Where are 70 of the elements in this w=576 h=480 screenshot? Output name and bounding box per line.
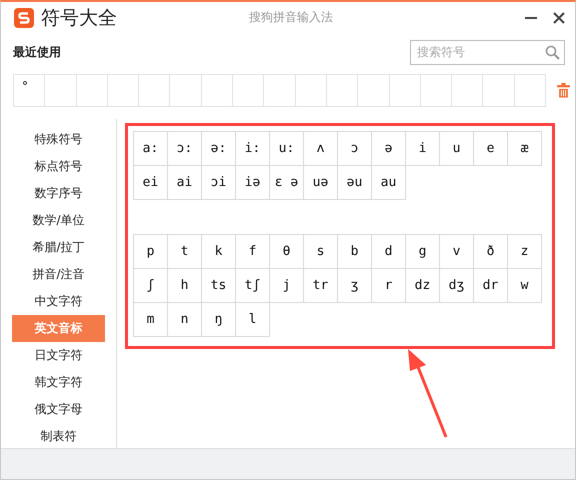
category-item[interactable]: 拼音/注音: [12, 261, 105, 288]
symbol-key[interactable]: a:: [134, 132, 168, 166]
symbol-key[interactable]: z: [508, 235, 542, 269]
symbol-key[interactable]: u: [440, 132, 474, 166]
symbol-key[interactable]: u:: [270, 132, 304, 166]
window-title: 符号大全: [41, 6, 117, 31]
symbol-key[interactable]: j: [270, 269, 304, 303]
symbol-key[interactable]: dz: [406, 269, 440, 303]
category-item[interactable]: 日文字符: [12, 342, 105, 369]
category-item[interactable]: 标点符号: [12, 153, 105, 180]
category-item[interactable]: 希腊/拉丁: [12, 234, 105, 261]
symbol-key[interactable]: v: [440, 235, 474, 269]
symbol-key[interactable]: r: [372, 269, 406, 303]
symbol-key[interactable]: s: [304, 235, 338, 269]
symbol-key[interactable]: n: [168, 303, 202, 337]
symbol-key[interactable]: h: [168, 269, 202, 303]
symbol-key[interactable]: iə: [236, 166, 270, 200]
symbol-key[interactable]: ʃ: [134, 269, 168, 303]
category-item[interactable]: 俄文字母: [12, 396, 105, 423]
symbol-key[interactable]: p: [134, 235, 168, 269]
symbol-key[interactable]: ə:: [202, 132, 236, 166]
symbol-key[interactable]: i:: [236, 132, 270, 166]
symbol-key[interactable]: ɔ: [338, 132, 372, 166]
category-item[interactable]: 数学/单位: [12, 207, 105, 234]
category-item[interactable]: 特殊符号: [12, 126, 105, 153]
symbol-key[interactable]: ð: [474, 235, 508, 269]
logo-icon: [13, 7, 35, 29]
symbol-key[interactable]: °: [22, 79, 28, 93]
category-item[interactable]: 中文字符: [12, 288, 105, 315]
symbol-key[interactable]: l: [236, 303, 270, 337]
symbol-key[interactable]: ɛ ə: [270, 166, 304, 200]
app-name: 搜狗拼音输入法: [249, 9, 333, 26]
symbol-key[interactable]: f: [236, 235, 270, 269]
symbol-key[interactable]: ei: [134, 166, 168, 200]
category-item[interactable]: 数字序号: [12, 180, 105, 207]
symbol-key[interactable]: dr: [474, 269, 508, 303]
symbol-key[interactable]: ɔ:: [168, 132, 202, 166]
close-icon[interactable]: [553, 12, 565, 24]
symbol-key[interactable]: k: [202, 235, 236, 269]
symbol-key[interactable]: i: [406, 132, 440, 166]
symbol-key[interactable]: ʌ: [304, 132, 338, 166]
section-label: 最近使用: [13, 44, 61, 60]
trash-icon[interactable]: [557, 83, 570, 98]
symbol-key[interactable]: ə: [372, 132, 406, 166]
symbol-key[interactable]: əu: [338, 166, 372, 200]
symbol-key[interactable]: tʃ: [236, 269, 270, 303]
symbol-key[interactable]: ŋ: [202, 303, 236, 337]
symbol-key[interactable]: w: [508, 269, 542, 303]
symbol-key[interactable]: au: [372, 166, 406, 200]
symbol-key[interactable]: m: [134, 303, 168, 337]
symbol-key[interactable]: dʒ: [440, 269, 474, 303]
symbol-key[interactable]: ai: [168, 166, 202, 200]
minimize-icon[interactable]: [525, 17, 537, 19]
search-field[interactable]: 搜索符号: [410, 40, 565, 64]
symbol-key[interactable]: θ: [270, 235, 304, 269]
symbol-key[interactable]: b: [338, 235, 372, 269]
search-icon[interactable]: [545, 44, 560, 60]
symbol-key[interactable]: t: [168, 235, 202, 269]
symbol-key[interactable]: e: [474, 132, 508, 166]
symbol-key[interactable]: tr: [304, 269, 338, 303]
symbol-key[interactable]: ɔi: [202, 166, 236, 200]
symbol-key[interactable]: d: [372, 235, 406, 269]
symbol-key[interactable]: ʒ: [338, 269, 372, 303]
category-item[interactable]: 制表符: [12, 423, 105, 450]
symbol-key[interactable]: uə: [304, 166, 338, 200]
symbol-key[interactable]: g: [406, 235, 440, 269]
symbol-key[interactable]: æ: [508, 132, 542, 166]
symbol-key[interactable]: ts: [202, 269, 236, 303]
category-item[interactable]: 韩文字符: [12, 369, 105, 396]
symbol-slot[interactable]: °: [14, 75, 46, 106]
